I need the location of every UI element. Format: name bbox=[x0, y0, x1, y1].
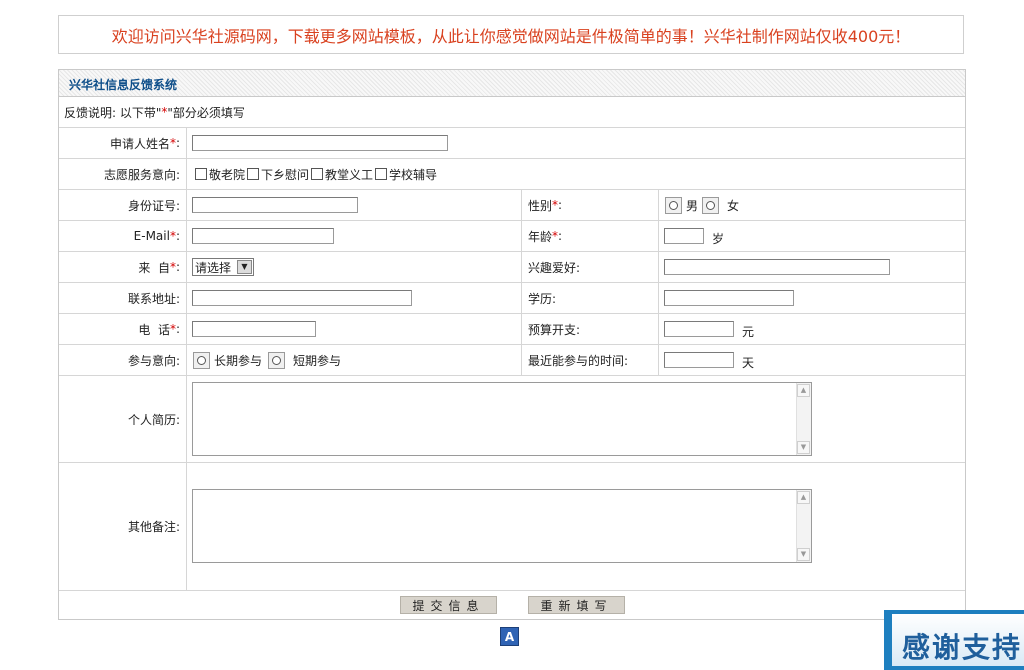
thanks-support-badge[interactable]: 感谢支持 bbox=[884, 610, 1024, 670]
service-option-4: 学校辅导 bbox=[389, 167, 438, 182]
budget-unit: 元 bbox=[742, 325, 755, 339]
reset-button[interactable]: 重新填写 bbox=[528, 596, 625, 614]
address-label: 联系地址: bbox=[127, 291, 180, 306]
from-hobby-row: 来 自 *: 请选择 ▼ 兴趣爱好: bbox=[59, 252, 965, 283]
submit-button[interactable]: 提交信息 bbox=[400, 596, 497, 614]
address-edu-row: 联系地址: 学历: bbox=[59, 283, 965, 314]
join-label: 参与意向: bbox=[127, 353, 180, 368]
id-input[interactable] bbox=[192, 197, 358, 213]
phone-input[interactable] bbox=[192, 321, 316, 337]
age-input[interactable] bbox=[664, 228, 704, 244]
service-checkbox-1[interactable] bbox=[195, 168, 207, 180]
from-label: 来 自 *: bbox=[138, 260, 180, 275]
resume-row: 个人简历: ▲ ▼ bbox=[59, 376, 965, 463]
edu-input[interactable] bbox=[664, 290, 794, 306]
time-label: 最近能参与的时间: bbox=[521, 345, 658, 375]
chevron-down-icon[interactable]: ▼ bbox=[237, 260, 252, 274]
join-long-text: 长期参与 bbox=[214, 353, 263, 368]
time-input[interactable] bbox=[664, 352, 734, 368]
service-checkbox-3[interactable] bbox=[311, 168, 324, 180]
gender-male-text: 男 bbox=[686, 198, 699, 213]
scroll-up-icon[interactable]: ▲ bbox=[797, 491, 810, 504]
service-option-1: 敬老院 bbox=[209, 167, 246, 182]
from-select-value: 请选择 bbox=[195, 260, 232, 275]
budget-input[interactable] bbox=[664, 321, 734, 337]
gender-female-radio[interactable] bbox=[702, 196, 720, 214]
thanks-text: 感谢支持 bbox=[902, 631, 1023, 664]
join-long-radio[interactable] bbox=[193, 351, 210, 369]
note-row: 反馈说明: 以下带" * "部分必须填写 bbox=[59, 97, 965, 128]
name-input[interactable] bbox=[192, 135, 448, 151]
service-option-2: 下乡慰问 bbox=[261, 167, 310, 182]
resume-textarea[interactable]: ▲ ▼ bbox=[192, 382, 812, 456]
time-unit: 天 bbox=[742, 356, 755, 370]
id-label: 身份证号: bbox=[127, 198, 180, 213]
edu-label: 学历: bbox=[521, 283, 658, 313]
feedback-panel: 兴华社信息反馈系统 反馈说明: 以下带" * "部分必须填写 申请人姓名 *: 志愿服… bbox=[58, 69, 966, 620]
remark-label: 其他备注: bbox=[127, 520, 180, 534]
remark-row: 其他备注: ▲ ▼ bbox=[59, 463, 965, 591]
budget-label: 预算开支: bbox=[521, 314, 658, 344]
resume-label: 个人简历: bbox=[127, 412, 180, 427]
join-short-text: 短期参与 bbox=[293, 353, 342, 368]
hobby-label: 兴趣爱好: bbox=[521, 252, 658, 282]
service-row: 志愿服务意向: 敬老院 下乡慰问 教堂义工 学校辅导 bbox=[59, 159, 965, 190]
scroll-up-icon[interactable]: ▲ bbox=[797, 384, 810, 397]
service-checkbox-2[interactable] bbox=[247, 168, 260, 180]
join-time-row: 参与意向: 长期参与 短期参与 最近能参与的时间: 天 bbox=[59, 345, 965, 376]
email-label: E-Mail *: bbox=[133, 229, 180, 243]
id-gender-row: 身份证号: 性别 *: 男 女 bbox=[59, 190, 965, 221]
remark-scrollbar[interactable]: ▲ ▼ bbox=[796, 490, 811, 562]
panel-title: 兴华社信息反馈系统 bbox=[69, 78, 178, 92]
phone-budget-row: 电 话 *: 预算开支: 元 bbox=[59, 314, 965, 345]
scroll-down-icon[interactable]: ▼ bbox=[797, 548, 810, 561]
note-prefix: 反馈说明: 以下带" bbox=[64, 105, 162, 120]
name-row: 申请人姓名 *: bbox=[59, 128, 965, 159]
age-unit: 岁 bbox=[712, 232, 725, 246]
panel-titlebar: 兴华社信息反馈系统 bbox=[59, 70, 965, 97]
gender-label: 性别 *: bbox=[521, 190, 658, 220]
hobby-input[interactable] bbox=[664, 259, 890, 275]
welcome-banner: 欢迎访问兴华社源码网，下载更多网站模板，从此让你感觉做网站是件极简单的事！兴华社… bbox=[58, 15, 964, 54]
age-label: 年龄 *: bbox=[521, 221, 658, 251]
phone-label: 电 话 *: bbox=[138, 322, 180, 337]
resume-scrollbar[interactable]: ▲ ▼ bbox=[796, 383, 811, 455]
join-short-radio[interactable] bbox=[268, 351, 286, 369]
buttons-row: 提交信息 重新填写 bbox=[59, 591, 965, 619]
email-input[interactable] bbox=[192, 228, 334, 244]
gender-male-radio[interactable] bbox=[665, 196, 682, 214]
name-label: 申请人姓名 *: bbox=[109, 136, 180, 151]
service-option-3: 教堂义工 bbox=[325, 167, 374, 182]
gender-female-text: 女 bbox=[727, 198, 740, 213]
address-input[interactable] bbox=[192, 290, 412, 306]
from-select[interactable]: 请选择 ▼ bbox=[192, 258, 254, 276]
font-a-icon[interactable]: A bbox=[500, 627, 519, 646]
banner-text: 欢迎访问兴华社源码网，下载更多网站模板，从此让你感觉做网站是件极简单的事！兴华社… bbox=[111, 26, 911, 46]
note-suffix: "部分必须填写 bbox=[167, 105, 245, 120]
email-age-row: E-Mail *: 年龄 *: 岁 bbox=[59, 221, 965, 252]
remark-textarea[interactable]: ▲ ▼ bbox=[192, 489, 812, 563]
scroll-down-icon[interactable]: ▼ bbox=[797, 441, 810, 454]
service-checkbox-4[interactable] bbox=[375, 168, 388, 180]
service-label: 志愿服务意向: bbox=[103, 167, 180, 182]
